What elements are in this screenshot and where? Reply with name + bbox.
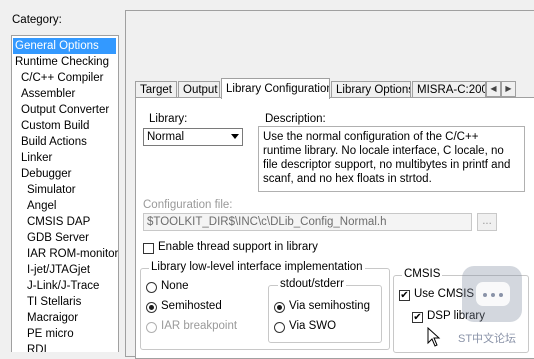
thread-support-checkbox[interactable] (143, 243, 154, 254)
tab-scroll-right-icon[interactable]: ▶ (501, 81, 516, 97)
category-item-output-converter[interactable]: Output Converter (21, 102, 109, 118)
category-item-macraigor[interactable]: Macraigor (27, 310, 78, 326)
category-item-simulator[interactable]: Simulator (27, 182, 76, 198)
category-item-ijet-jtagjet[interactable]: I-jet/JTAGjet (27, 262, 90, 278)
tab-misra-c[interactable]: MISRA-C:2004 (412, 81, 486, 98)
library-select[interactable]: Normal (143, 128, 243, 146)
config-file-field: $TOOLKIT_DIR$\INC\c\DLib_Config_Normal.h (143, 213, 472, 231)
semihosted-radio-label: Semihosted (161, 300, 222, 312)
library-select-value: Normal (147, 131, 185, 143)
description-label: Description: (265, 113, 326, 125)
category-item-general-options[interactable]: General Options (13, 38, 116, 54)
via-semihosting-radio[interactable] (274, 302, 285, 313)
tab-scroll-left-icon[interactable]: ◀ (486, 81, 501, 97)
iar-breakpoint-radio-label: IAR breakpoint (161, 320, 238, 332)
via-semihosting-radio-label: Via semihosting (289, 300, 370, 312)
watermark-text: ST中文论坛 (458, 333, 517, 345)
cmsis-group-title: CMSIS (402, 268, 443, 280)
chevron-down-icon (231, 134, 239, 139)
category-item-jlink-jtrace[interactable]: J-Link/J-Trace (27, 278, 99, 294)
category-item-debugger[interactable]: Debugger (21, 166, 72, 182)
stdout-group-title: stdout/stderr (278, 278, 346, 290)
stdout-group (268, 285, 382, 343)
tab-library-options[interactable]: Library Options (331, 81, 411, 98)
tab-target[interactable]: Target (135, 81, 177, 98)
iar-breakpoint-radio (146, 322, 157, 333)
category-item-gdb-server[interactable]: GDB Server (27, 230, 89, 246)
category-item-assembler[interactable]: Assembler (21, 86, 75, 102)
dsp-library-checkbox[interactable]: ✔ (412, 312, 423, 323)
category-item-c-compiler[interactable]: C/C++ Compiler (21, 70, 103, 86)
tab-library-configuration[interactable]: Library Configuration (221, 78, 330, 99)
category-item-iar-rom-monitor[interactable]: IAR ROM-monitor (27, 246, 118, 262)
thread-support-label: Enable thread support in library (158, 241, 318, 253)
use-cmsis-checkbox[interactable]: ✔ (399, 290, 410, 301)
category-item-custom-build[interactable]: Custom Build (21, 118, 89, 134)
category-label: Category: (12, 14, 62, 26)
category-item-linker[interactable]: Linker (21, 150, 52, 166)
category-item-runtime-checking[interactable]: Runtime Checking (15, 54, 109, 70)
via-swo-radio-label: Via SWO (289, 320, 337, 332)
browse-button: ... (477, 213, 497, 231)
via-swo-radio[interactable] (274, 322, 285, 333)
library-label: Library: (149, 113, 188, 125)
category-item-ti-stellaris[interactable]: TI Stellaris (27, 294, 81, 310)
tab-output[interactable]: Output (178, 81, 220, 98)
category-item-pe-micro[interactable]: PE micro (27, 326, 74, 342)
lowlevel-group-title: Library low-level interface implementati… (149, 261, 365, 273)
category-list[interactable]: General Options Runtime Checking C/C++ C… (11, 35, 119, 352)
none-radio-label: None (161, 280, 189, 292)
category-item-cmsis-dap[interactable]: CMSIS DAP (27, 214, 90, 230)
tab-scroll-arrows: ◀ ▶ (486, 81, 516, 98)
category-item-build-actions[interactable]: Build Actions (21, 134, 87, 150)
watermark-chat-icon (462, 266, 522, 322)
config-file-label: Configuration file: (143, 199, 233, 211)
none-radio[interactable] (146, 282, 157, 293)
description-text: Use the normal configuration of the C/C+… (258, 126, 525, 192)
category-item-angel[interactable]: Angel (27, 198, 56, 214)
mouse-cursor-icon (427, 327, 441, 347)
semihosted-radio[interactable] (146, 302, 157, 313)
